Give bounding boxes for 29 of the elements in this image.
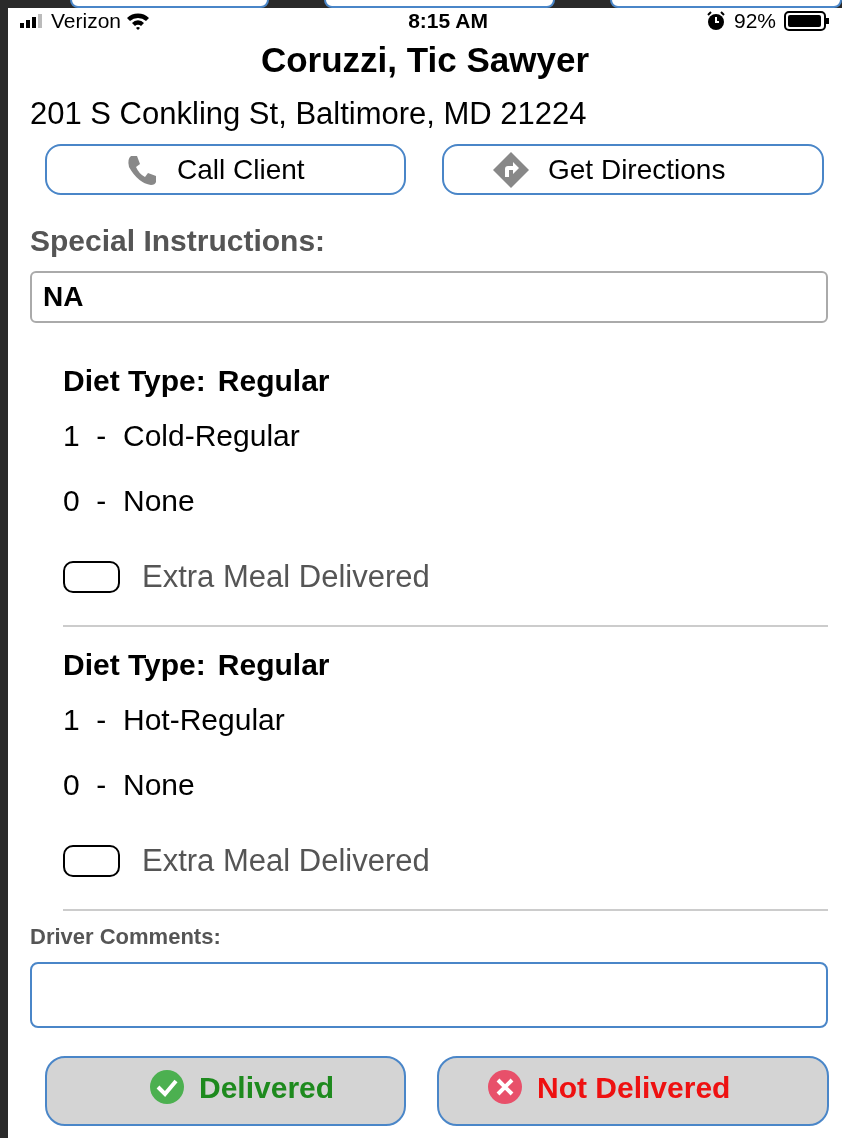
meal-item: 0 - None [63, 483, 195, 519]
meal-item: 0 - None [63, 767, 195, 803]
special-instructions-label: Special Instructions: [30, 224, 326, 257]
wifi-icon [126, 12, 151, 30]
alarm-icon [705, 11, 726, 31]
client-name: Coruzzi, Tic Sawyer [260, 39, 590, 81]
extra-meal-label: Extra Meal Delivered [142, 841, 430, 880]
meal-item: 1 - Hot-Regular [63, 702, 285, 738]
checkbox[interactable] [63, 561, 120, 593]
driver-comments-label: Driver Comments: [30, 924, 221, 949]
check-icon [149, 1069, 185, 1105]
checkbox[interactable] [63, 845, 120, 877]
carrier-name: Verizon [51, 8, 122, 35]
extra-meal-label: Extra Meal Delivered [142, 557, 430, 596]
meal-item: 1 - Cold-Regular [63, 418, 300, 454]
diet-type-label: Diet Type: [63, 362, 206, 399]
call-client-button[interactable]: Call Client [45, 144, 406, 195]
special-instructions-field[interactable]: NA [30, 271, 828, 323]
diet-type-label: Diet Type: [63, 646, 206, 683]
diet-type-value: Regular [217, 646, 330, 683]
get-directions-button[interactable]: Get Directions [442, 144, 824, 195]
battery-percent: 92% [733, 8, 776, 35]
diet-type-value: Regular [217, 362, 330, 399]
status-time: 8:15 AM [408, 8, 488, 35]
driver-comments-field[interactable] [30, 962, 828, 1028]
close-icon [487, 1069, 523, 1105]
battery-icon [784, 11, 830, 31]
directions-icon [492, 150, 530, 189]
client-address: 201 S Conkling St, Baltimore, MD 21224 [30, 96, 587, 131]
